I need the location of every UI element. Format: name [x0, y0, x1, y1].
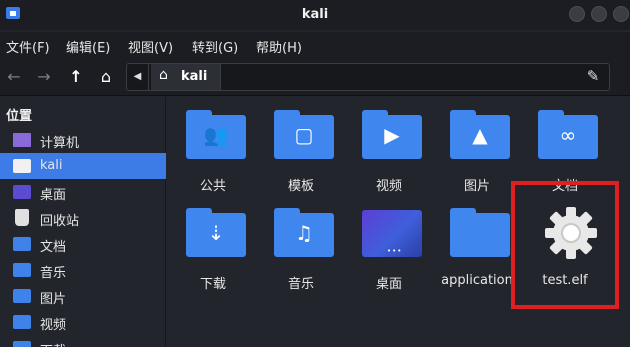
menu-edit[interactable]: 编辑(E)	[66, 37, 110, 56]
arrow-right-icon[interactable]: →	[34, 66, 54, 88]
sidebar-item-label: 桌面	[40, 188, 67, 203]
file-item-application[interactable]: application	[433, 195, 521, 295]
sidebar-item-music[interactable]: 音乐	[0, 257, 166, 283]
sidebar-item-label: 回收站	[40, 214, 80, 229]
sidebar-item-label: kali	[40, 158, 63, 173]
menu-view[interactable]: 视图(V)	[128, 37, 173, 56]
window-title: kali	[301, 7, 329, 22]
sidebar-item-label: 音乐	[40, 266, 67, 281]
location-bar: ◀ ⌂ kali	[126, 63, 610, 91]
pencil-icon[interactable]: ✎	[584, 62, 602, 90]
sidebar-item-computer[interactable]: 计算机	[0, 127, 166, 153]
file-item-public[interactable]: 👥 公共	[169, 97, 257, 197]
sidebar-item-kali[interactable]: kali	[0, 153, 166, 179]
title-bar: kali	[0, 0, 630, 30]
file-label: 模板	[287, 179, 314, 194]
arrow-left-icon[interactable]: ←	[4, 66, 24, 88]
arrow-up-icon[interactable]: ↑	[66, 66, 86, 88]
maximize-button[interactable]	[591, 6, 607, 22]
file-item-music[interactable]: ♫ 音乐	[257, 195, 345, 295]
documents-folder-icon	[13, 237, 31, 251]
sidebar-item-documents[interactable]: 文档	[0, 231, 166, 257]
menu-help[interactable]: 帮助(H)	[256, 37, 302, 56]
desktop-icon	[13, 185, 31, 199]
close-button[interactable]	[613, 6, 629, 22]
file-item-pictures[interactable]: ▲ 图片	[433, 97, 521, 197]
sidebar-item-label: 视频	[40, 318, 67, 333]
file-manager-window: kali 文件(F) 编辑(E) 视图(V) 转到(G) 帮助(H) ← → ↑…	[0, 0, 630, 347]
menu-bar: 文件(F) 编辑(E) 视图(V) 转到(G) 帮助(H)	[0, 32, 630, 58]
videos-folder-icon	[13, 315, 31, 329]
sidebar-item-videos[interactable]: 视频	[0, 309, 166, 335]
file-item-videos[interactable]: ▶ 视频	[345, 97, 433, 197]
highlight-box	[511, 181, 619, 309]
downloads-folder-icon	[13, 341, 31, 347]
folder-icon	[450, 213, 510, 257]
home-icon: ⌂	[159, 67, 168, 83]
sidebar-item-label: 图片	[40, 292, 67, 307]
file-item-downloads[interactable]: ⇣ 下载	[169, 195, 257, 295]
sidebar-item-label: 文档	[40, 240, 67, 255]
sidebar-item-trash[interactable]: 回收站	[0, 205, 166, 231]
breadcrumb[interactable]: ⌂ kali	[151, 64, 221, 90]
sidebar: 位置 计算机 kali 桌面 回收站 文档 音乐 图片 视频	[0, 97, 166, 347]
menu-go[interactable]: 转到(G)	[192, 37, 238, 56]
sidebar-item-desktop[interactable]: 桌面	[0, 179, 166, 205]
triangle-left-icon[interactable]: ◀	[127, 64, 149, 90]
sidebar-item-pictures[interactable]: 图片	[0, 283, 166, 309]
sidebar-item-downloads[interactable]: 下载	[0, 335, 166, 347]
music-folder-icon	[13, 263, 31, 277]
breadcrumb-label: kali	[181, 69, 208, 84]
sidebar-item-label: 下载	[40, 340, 66, 347]
sidebar-item-label: 计算机	[40, 136, 80, 151]
pictures-folder-icon	[13, 289, 31, 303]
menu-file[interactable]: 文件(F)	[6, 37, 50, 56]
computer-icon	[13, 133, 31, 147]
file-label: 公共	[199, 179, 226, 194]
minimize-button[interactable]	[569, 6, 585, 22]
sidebar-title: 位置	[6, 109, 33, 124]
file-label: 下载	[199, 277, 226, 292]
file-item-templates[interactable]: ▢ 模板	[257, 97, 345, 197]
file-label: 视频	[375, 179, 402, 194]
file-item-desktop[interactable]: ••• 桌面	[345, 195, 433, 295]
home-folder-icon	[13, 159, 31, 173]
toolbar: ← → ↑ ⌂ ◀ ⌂ kali	[0, 58, 630, 96]
home-icon[interactable]: ⌂	[96, 66, 116, 88]
file-label: 桌面	[375, 277, 402, 292]
trash-icon	[15, 209, 29, 226]
file-label: 音乐	[287, 277, 314, 292]
file-view: 👥 公共 ▢ 模板 ▶ 视频 ▲ 图片 ∞ 文档 ⇣ 下载 ♫ 音乐 ••• 桌…	[167, 97, 630, 347]
